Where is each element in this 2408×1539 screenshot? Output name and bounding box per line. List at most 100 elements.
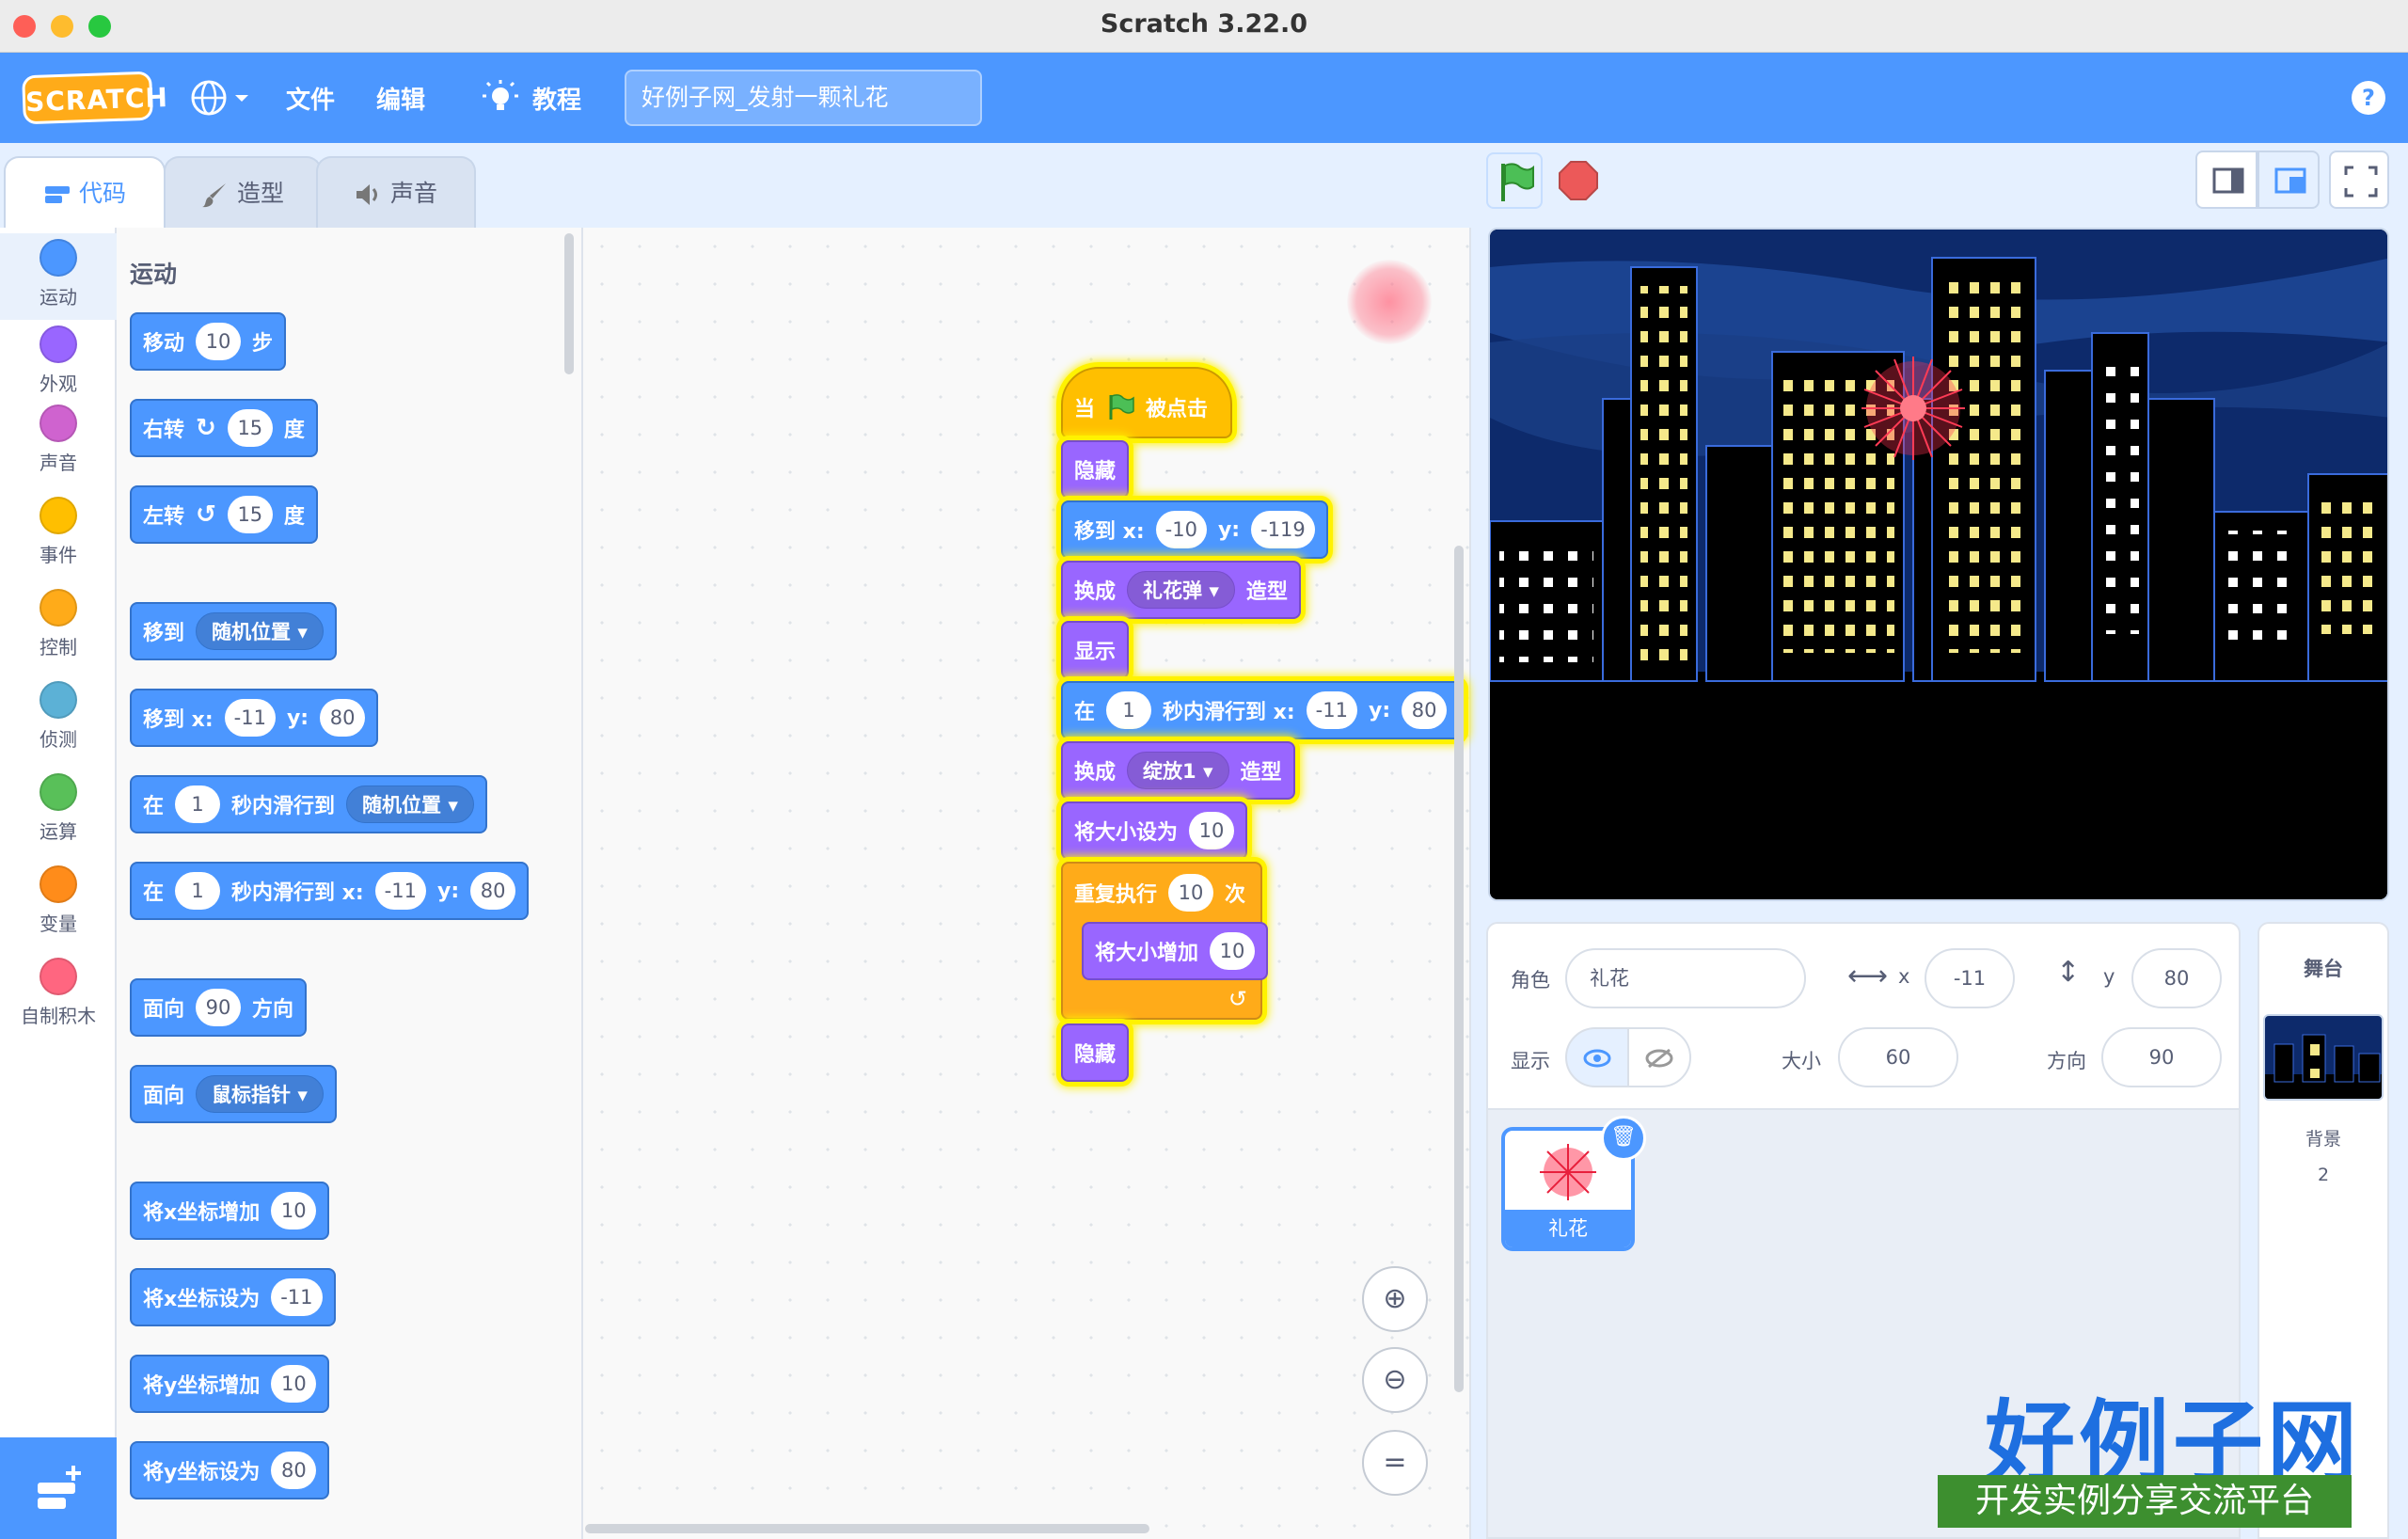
sprite-name-input[interactable]: 礼花	[1565, 948, 1806, 1008]
direction-input[interactable]: 90	[2101, 1027, 2222, 1087]
size-input[interactable]: 10	[1189, 812, 1235, 849]
help-icon[interactable]: ?	[2352, 81, 2385, 115]
goto-xy-script-block[interactable]: 移到 x: -10 y: -119	[1061, 500, 1328, 559]
y-position-input[interactable]: 80	[2131, 948, 2222, 1008]
when-flag-clicked-block[interactable]: 当 被点击	[1061, 367, 1232, 438]
degrees-input[interactable]: 15	[227, 409, 273, 447]
seconds-input[interactable]: 1	[175, 785, 221, 823]
category-label: 声音	[40, 452, 77, 474]
hide-sprite-button[interactable]	[1627, 1027, 1691, 1087]
stop-button[interactable]	[1550, 152, 1607, 209]
script-hscrollbar[interactable]	[585, 1524, 1149, 1533]
sprite-label: 角色	[1511, 969, 1550, 992]
y-input[interactable]: 80	[470, 872, 516, 910]
script-area[interactable]: 当被点击 隐藏 移到 x: -10 y: -119 换成 礼花弹 ▾ 造型 显示 在 1 秒内…	[583, 228, 1471, 1539]
value-input[interactable]: -11	[271, 1278, 323, 1316]
category-operators[interactable]: 运算	[0, 773, 117, 844]
glide-xy-script-block[interactable]: 在 1 秒内滑行到 x: -11 y: 80	[1061, 681, 1464, 739]
change-x-block[interactable]: 将x坐标增加 10	[130, 1182, 330, 1240]
value-input[interactable]: 10	[271, 1192, 317, 1230]
glide-dropdown[interactable]: 随机位置 ▾	[346, 785, 474, 823]
repeat-block[interactable]: 重复执行 10 次 将大小增加 10 ↺	[1061, 862, 1269, 1020]
goto-dropdown[interactable]: 随机位置 ▾	[196, 612, 324, 650]
block-text: 重复执行	[1074, 883, 1158, 907]
point-direction-block[interactable]: 面向 90 方向	[130, 978, 308, 1037]
glide-block[interactable]: 在 1 秒内滑行到 随机位置 ▾	[130, 775, 487, 833]
change-y-block[interactable]: 将y坐标增加 10	[130, 1355, 330, 1413]
show-block[interactable]: 显示	[1061, 621, 1130, 679]
y-input[interactable]: 80	[1402, 691, 1448, 729]
block-text: 面向	[143, 1085, 185, 1108]
value-input[interactable]: 80	[271, 1452, 317, 1489]
tab-code[interactable]: 代码	[4, 156, 166, 228]
category-sound[interactable]: 声音	[0, 405, 117, 475]
hide-block-2[interactable]: 隐藏	[1061, 1023, 1130, 1082]
dropdown-value: 礼花弹	[1143, 579, 1203, 602]
goto-block[interactable]: 移到 随机位置 ▾	[130, 602, 337, 660]
turn-right-block[interactable]: 右转 ↻ 15 度	[130, 399, 318, 457]
large-stage-button[interactable]	[2258, 151, 2320, 209]
switch-costume-block[interactable]: 换成 礼花弹 ▾ 造型	[1061, 561, 1301, 619]
stage-canvas[interactable]	[1488, 228, 2389, 901]
set-x-block[interactable]: 将x坐标设为 -11	[130, 1268, 336, 1326]
costume-dropdown[interactable]: 礼花弹 ▾	[1127, 571, 1235, 609]
block-text: 左转	[143, 505, 185, 529]
category-motion[interactable]: 运动	[0, 233, 117, 320]
direction-input[interactable]: 90	[196, 989, 242, 1026]
goto-xy-block[interactable]: 移到 x: -11 y: 80	[130, 689, 379, 747]
category-variables[interactable]: 变量	[0, 865, 117, 936]
x-input[interactable]: -11	[224, 699, 276, 737]
seconds-input[interactable]: 1	[1106, 691, 1152, 729]
category-my-blocks[interactable]: 自制积木	[0, 958, 117, 1028]
category-events[interactable]: 事件	[0, 497, 117, 567]
switch-costume-block-2[interactable]: 换成 绽放1 ▾ 造型	[1061, 741, 1295, 800]
tab-costumes[interactable]: 造型	[164, 156, 322, 228]
category-control[interactable]: 控制	[0, 589, 117, 659]
x-position-input[interactable]: -11	[1925, 948, 2015, 1008]
degrees-input[interactable]: 15	[227, 496, 273, 533]
set-size-block[interactable]: 将大小设为 10	[1061, 801, 1248, 860]
value-input[interactable]: 10	[271, 1365, 317, 1403]
point-towards-block[interactable]: 面向 鼠标指针 ▾	[130, 1065, 337, 1123]
x-input[interactable]: -11	[1306, 691, 1357, 729]
hide-block[interactable]: 隐藏	[1061, 440, 1130, 499]
scratch-logo[interactable]: SCRATCH	[22, 71, 168, 125]
repeat-count-input[interactable]: 10	[1168, 874, 1214, 912]
tutorials-menu[interactable]: 教程	[482, 75, 585, 120]
size-input[interactable]: 60	[1838, 1027, 1958, 1087]
category-sensing[interactable]: 侦测	[0, 681, 117, 752]
tab-sounds[interactable]: 声音	[316, 156, 476, 228]
seconds-input[interactable]: 1	[175, 872, 221, 910]
y-input[interactable]: -119	[1251, 511, 1315, 548]
towards-dropdown[interactable]: 鼠标指针 ▾	[196, 1075, 324, 1113]
add-extension-button[interactable]	[0, 1437, 117, 1539]
delete-sprite-button[interactable]: 🗑	[1601, 1116, 1646, 1161]
small-stage-button[interactable]	[2195, 151, 2258, 209]
y-input[interactable]: 80	[320, 699, 366, 737]
size-label: 大小	[1782, 1050, 1821, 1072]
file-menu[interactable]: 文件	[286, 81, 335, 116]
costume-dropdown[interactable]: 绽放1 ▾	[1127, 752, 1229, 789]
zoom-out-button[interactable]: ⊖	[1362, 1347, 1428, 1413]
steps-input[interactable]: 10	[196, 323, 242, 360]
fullscreen-button[interactable]	[2329, 151, 2389, 209]
set-y-block[interactable]: 将y坐标设为 80	[130, 1441, 330, 1499]
move-steps-block[interactable]: 移动 10 步	[130, 312, 287, 371]
turn-left-block[interactable]: 左转 ↺ 15 度	[130, 485, 318, 544]
language-menu[interactable]	[188, 77, 254, 119]
script-vscrollbar[interactable]	[1454, 546, 1464, 1392]
category-looks[interactable]: 外观	[0, 325, 117, 396]
change-size-block[interactable]: 将大小增加 10	[1082, 922, 1269, 980]
show-sprite-button[interactable]	[1565, 1027, 1629, 1087]
size-change-input[interactable]: 10	[1210, 932, 1256, 970]
backdrops-label: 背景	[2305, 1129, 2341, 1150]
x-input[interactable]: -10	[1155, 511, 1207, 548]
glide-xy-block[interactable]: 在 1 秒内滑行到 x: -11 y: 80	[130, 862, 530, 920]
green-flag-button[interactable]	[1486, 152, 1543, 209]
palette-scrollbar[interactable]	[564, 233, 574, 374]
zoom-in-button[interactable]: ⊕	[1362, 1266, 1428, 1332]
edit-menu[interactable]: 编辑	[376, 81, 425, 116]
project-title-input[interactable]: 好例子网_发射一颗礼花	[625, 70, 982, 126]
zoom-reset-button[interactable]: =	[1362, 1430, 1428, 1496]
x-input[interactable]: -11	[374, 872, 426, 910]
